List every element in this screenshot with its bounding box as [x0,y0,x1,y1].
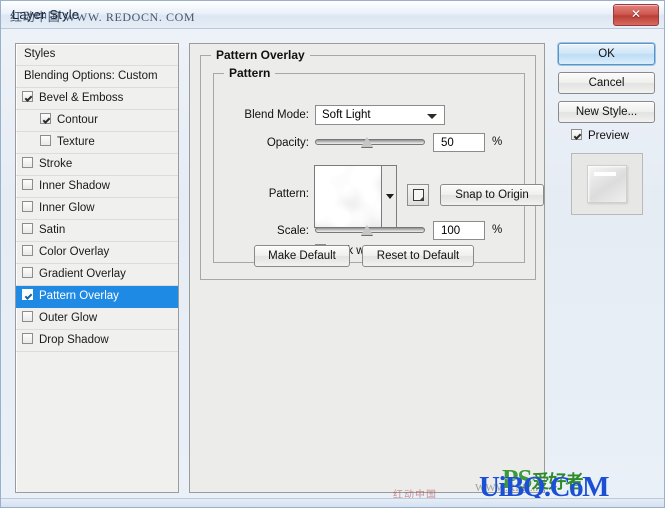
styles-item-inner-shadow[interactable]: Inner Shadow [16,176,178,198]
window-bottom-strip [1,498,664,507]
styles-item-checkbox[interactable] [22,311,33,322]
styles-list-header: Styles [16,44,178,66]
preview-checkbox[interactable] [571,129,582,140]
blend-mode-select[interactable]: Soft Light [315,105,445,125]
new-pattern-icon [413,189,424,201]
styles-item-label: Stroke [39,158,73,170]
opacity-label: Opacity: [266,137,309,149]
cancel-button[interactable]: Cancel [558,72,655,94]
styles-item-label: Drop Shadow [39,334,109,346]
styles-item-checkbox[interactable] [22,333,33,344]
styles-item-label: Contour [57,114,98,126]
styles-item-label: Satin [39,224,66,236]
styles-item-label: Texture [57,136,95,148]
close-icon: ✕ [630,7,642,21]
styles-item-checkbox[interactable] [40,113,51,124]
pattern-texture [315,166,381,227]
scale-slider-thumb[interactable] [361,225,373,235]
styles-item-contour[interactable]: Contour [16,110,178,132]
styles-item-pattern-overlay[interactable]: Pattern Overlay [16,286,178,308]
styles-items-container: Bevel & Emboss Contour Texture Stroke Inner … [16,88,178,352]
pattern-label: Pattern: [268,188,309,200]
opacity-slider-thumb[interactable] [361,137,373,147]
layer-style-dialog: Layer Style 红动中国 WWW. REDOCN. COM ✕ Styl… [0,0,665,508]
blending-options-row[interactable]: Blending Options: Custom [16,66,178,88]
pattern-group-title: Pattern [224,66,276,80]
pattern-swatch[interactable] [314,165,382,228]
title-watermark: 红动中国 WWW. REDOCN. COM [10,10,196,24]
styles-item-checkbox[interactable] [22,201,33,212]
opacity-unit: % [492,136,503,148]
styles-item-label: Pattern Overlay [39,290,119,302]
styles-item-outer-glow[interactable]: Outer Glow [16,308,178,330]
styles-item-label: Outer Glow [39,312,98,324]
opacity-value[interactable]: 50 [433,133,485,152]
styles-item-color-overlay[interactable]: Color Overlay [16,242,178,264]
opacity-slider[interactable] [315,135,425,149]
preview-thumbnail [571,153,643,215]
styles-item-bevel-emboss[interactable]: Bevel & Emboss [16,88,178,110]
styles-item-checkbox[interactable] [22,157,33,168]
blend-mode-value: Soft Light [322,109,371,121]
styles-list-panel[interactable]: Styles Blending Options: Custom Bevel & … [15,43,179,493]
reset-to-default-button[interactable]: Reset to Default [362,245,474,267]
styles-item-label: Color Overlay [39,246,110,258]
styles-item-label: Inner Glow [39,202,95,214]
preview-label: Preview [588,130,629,142]
chevron-down-icon [427,114,437,119]
styles-item-stroke[interactable]: Stroke [16,154,178,176]
styles-item-label: Inner Shadow [39,180,110,192]
ok-button[interactable]: OK [558,43,655,65]
styles-item-checkbox[interactable] [22,289,33,300]
pattern-group: Pattern Blend Mode: Soft Light Opacity: … [213,66,544,263]
styles-item-drop-shadow[interactable]: Drop Shadow [16,330,178,352]
pattern-overlay-group-title: Pattern Overlay [211,48,310,62]
scale-slider[interactable] [315,223,425,237]
styles-item-label: Bevel & Emboss [39,92,124,104]
styles-item-satin[interactable]: Satin [16,220,178,242]
styles-item-checkbox[interactable] [22,223,33,234]
scale-label: Scale: [277,225,309,237]
scale-unit: % [492,224,503,236]
title-bar[interactable]: Layer Style 红动中国 WWW. REDOCN. COM ✕ [1,1,664,29]
scale-value[interactable]: 100 [433,221,485,240]
styles-item-checkbox[interactable] [40,135,51,146]
new-style-button[interactable]: New Style... [558,101,655,123]
chevron-down-icon [386,194,394,199]
styles-item-checkbox[interactable] [22,91,33,102]
styles-item-texture[interactable]: Texture [16,132,178,154]
new-pattern-button[interactable] [407,184,429,206]
styles-item-checkbox[interactable] [22,179,33,190]
styles-item-checkbox[interactable] [22,267,33,278]
blend-mode-label: Blend Mode: [244,109,309,121]
styles-item-checkbox[interactable] [22,245,33,256]
make-default-button[interactable]: Make Default [254,245,350,267]
pattern-picker-dropdown[interactable] [382,165,397,228]
pattern-overlay-panel: Pattern Overlay Pattern Blend Mode: Soft… [189,43,545,493]
preview-row[interactable]: Preview [571,128,661,146]
preview-thumbnail-highlight [594,172,616,176]
styles-item-inner-glow[interactable]: Inner Glow [16,198,178,220]
close-button[interactable]: ✕ [613,4,659,26]
preview-thumbnail-shape [587,165,627,203]
styles-item-gradient-overlay[interactable]: Gradient Overlay [16,264,178,286]
styles-item-label: Gradient Overlay [39,268,126,280]
snap-to-origin-button[interactable]: Snap to Origin [440,184,544,206]
